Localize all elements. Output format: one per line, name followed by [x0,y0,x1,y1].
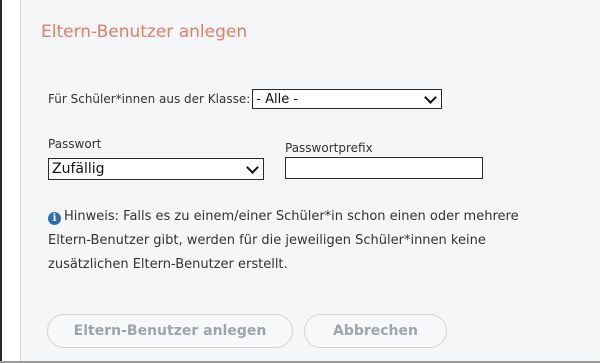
class-select-label: Für Schüler*innen aus der Klasse: [48,92,251,106]
hint-line: i Hinweis: Falls es zu einem/einer Schüle… [48,205,600,229]
password-mode-select[interactable]: Zufällig [48,158,264,180]
create-parent-users-button[interactable]: Eltern-Benutzer anlegen [47,314,293,348]
chevron-down-icon [246,161,259,174]
password-label: Passwort [48,137,102,151]
cancel-button[interactable]: Abbrechen [304,314,447,348]
password-mode-value: Zufällig [52,161,105,177]
hint-line-3: zusätzlichen Eltern-Benutzer erstellt. [48,257,288,272]
chevron-down-icon [424,91,438,104]
class-select-value: - Alle - [256,91,299,107]
page: Eltern-Benutzer anlegen Für Schüler*inne… [0,0,600,363]
window-left-border [0,0,2,363]
password-prefix-label: Passwortprefix [285,141,373,155]
class-filter-row: Für Schüler*innen aus der Klasse: - Alle… [48,87,443,111]
info-icon: i [48,212,61,225]
dialog-title: Eltern-Benutzer anlegen [41,22,248,42]
password-prefix-input[interactable] [285,157,483,179]
hint-line-1: Hinweis: Falls es zu einem/einer Schüler… [64,209,519,224]
hint-text: i Hinweis: Falls es zu einem/einer Schüle… [48,205,600,277]
create-parent-users-dialog: Eltern-Benutzer anlegen Für Schüler*inne… [20,0,600,362]
hint-line-2: Eltern-Benutzer gibt, werden für die jew… [48,233,486,248]
class-select[interactable]: - Alle - [252,89,443,109]
